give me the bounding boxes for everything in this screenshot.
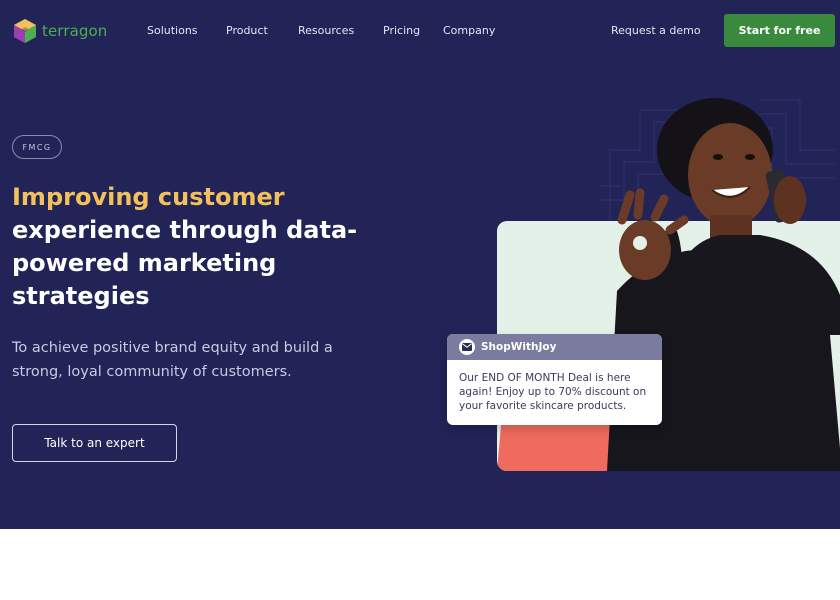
headline-highlight: Improving customer xyxy=(12,183,285,211)
nav-item-product[interactable]: Product xyxy=(226,24,268,37)
nav-item-pricing[interactable]: Pricing xyxy=(383,24,420,37)
notification-sender: ShopWithJoy xyxy=(481,341,557,353)
hero-section: terragon Solutions Product Resources Pri… xyxy=(0,0,840,529)
headline-rest: experience through data-powered marketin… xyxy=(12,216,358,310)
logo-icon xyxy=(14,19,36,43)
hero-headline: Improving customer experience through da… xyxy=(12,181,392,313)
start-for-free-button[interactable]: Start for free xyxy=(724,14,835,47)
notification-header: ShopWithJoy xyxy=(447,334,662,360)
brand-logo[interactable]: terragon xyxy=(12,18,107,44)
request-demo-link[interactable]: Request a demo xyxy=(611,24,701,37)
nav-item-solutions[interactable]: Solutions xyxy=(147,24,198,37)
industry-tag: FMCG xyxy=(12,135,62,159)
notification-message: Our END OF MONTH Deal is here again! Enj… xyxy=(459,372,647,412)
woman-portrait xyxy=(617,98,840,335)
hero-subtitle: To achieve positive brand equity and bui… xyxy=(12,340,333,380)
nav-item-company[interactable]: Company xyxy=(443,24,495,37)
brand-name: terragon xyxy=(42,22,108,40)
nav-item-resources[interactable]: Resources xyxy=(298,24,354,37)
talk-to-expert-button[interactable]: Talk to an expert xyxy=(12,424,177,462)
envelope-icon xyxy=(459,339,475,355)
notification-card: ShopWithJoy Our END OF MONTH Deal is her… xyxy=(447,334,662,425)
